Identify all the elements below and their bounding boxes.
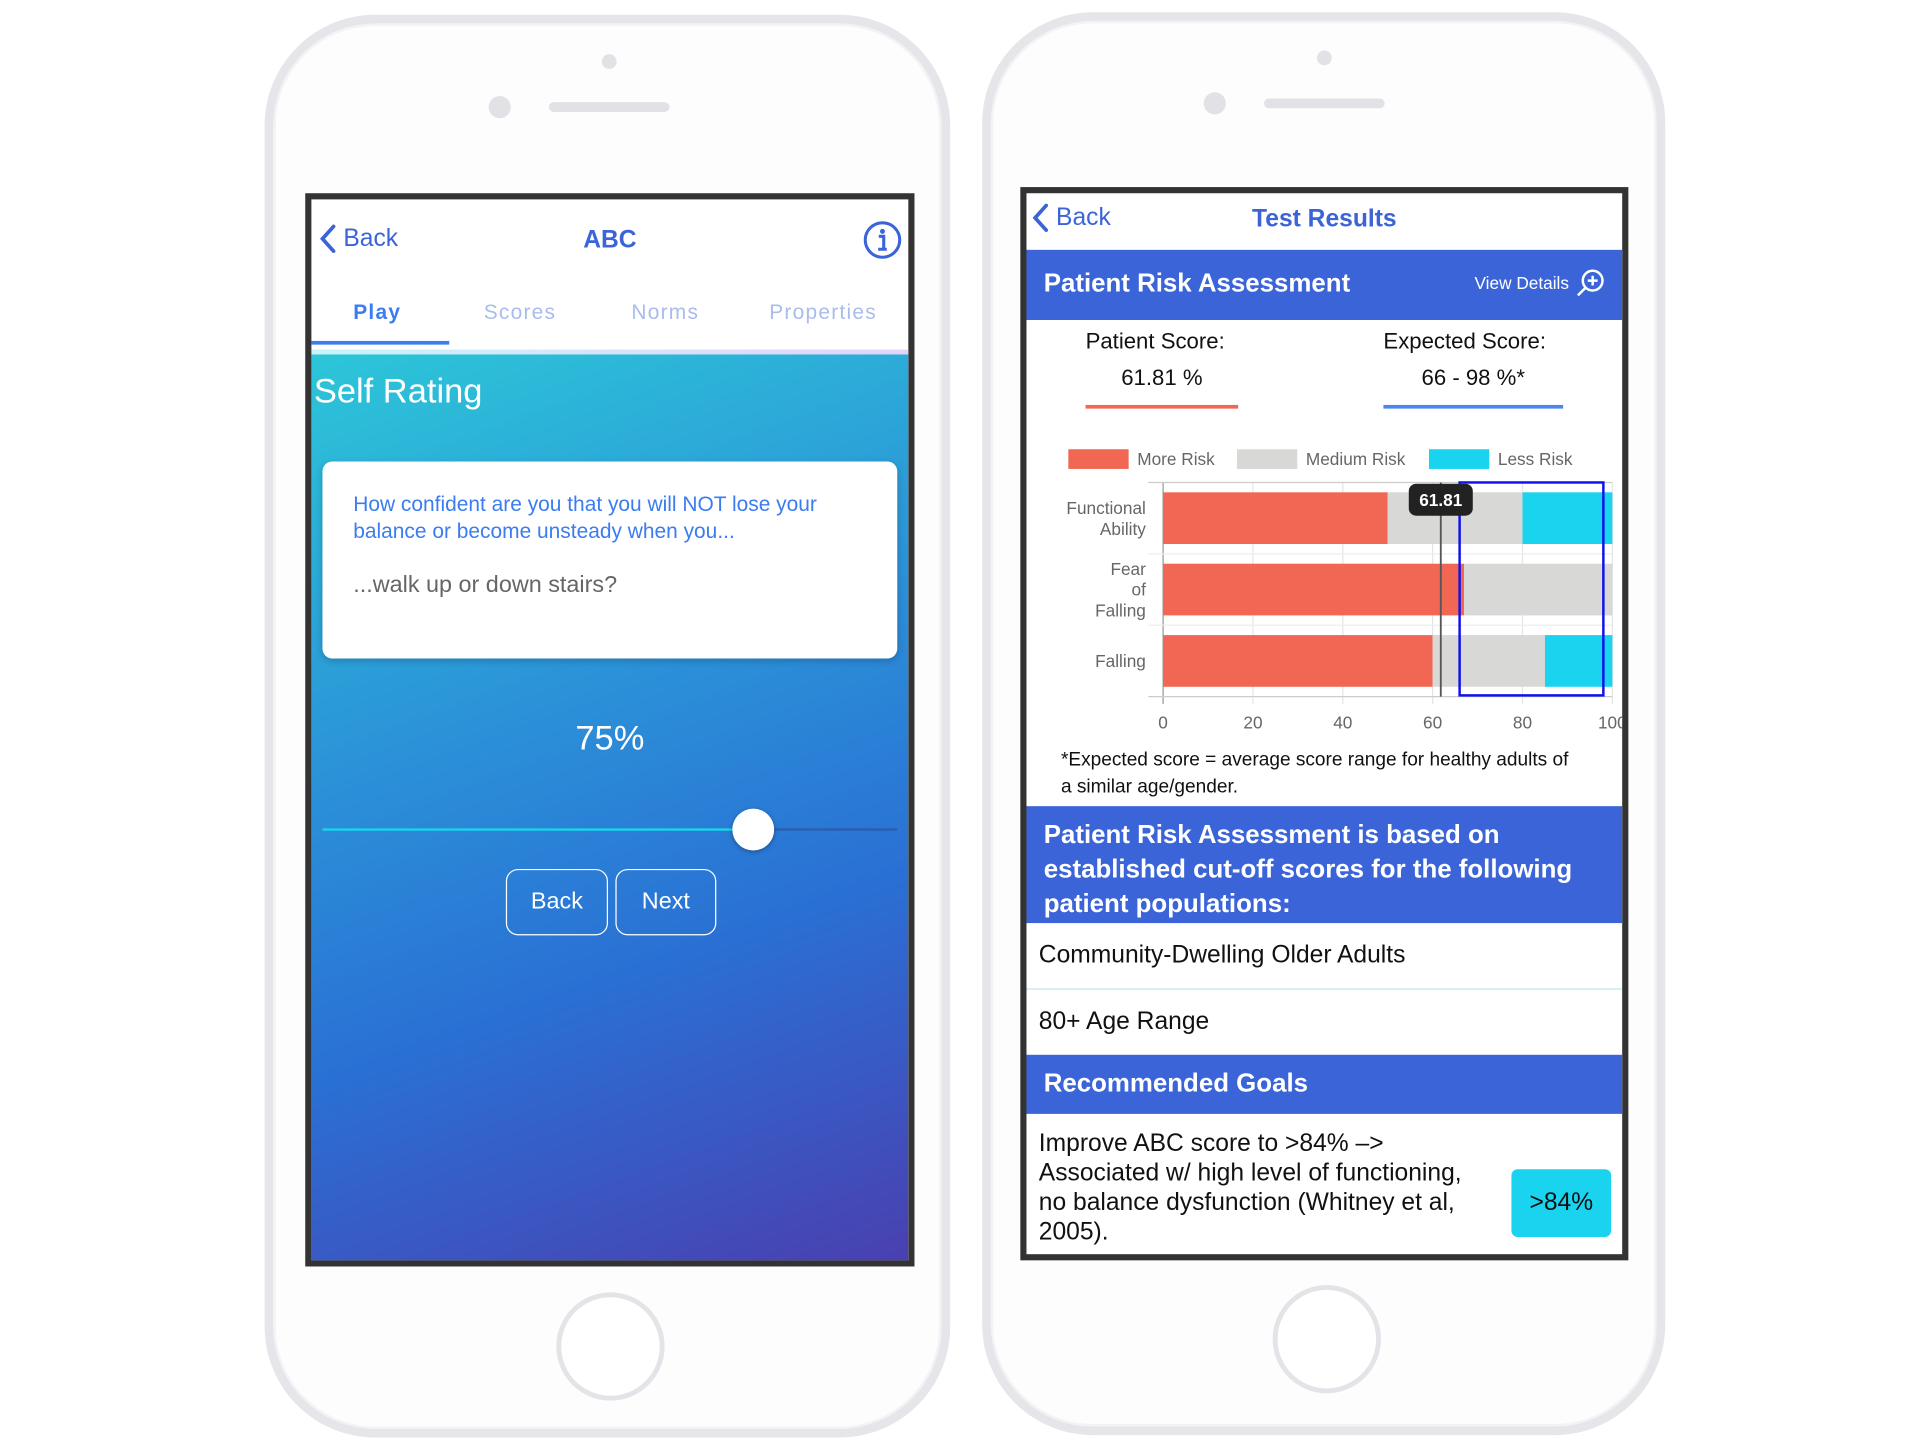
front-camera (488, 96, 511, 119)
section-title: Self Rating (313, 371, 483, 410)
front-sensor (1316, 50, 1332, 66)
x-tick-label: 20 (1243, 713, 1262, 733)
bar-segment (1464, 563, 1613, 616)
next-button[interactable]: Next (615, 868, 717, 936)
earpiece-speaker (1264, 98, 1385, 109)
slider-fill (322, 828, 754, 831)
bar-segment (1522, 492, 1613, 545)
rating-slider[interactable] (322, 808, 898, 851)
activity-text: ...walk up or down stairs? (353, 572, 618, 599)
legend-label: More Risk (1137, 449, 1215, 469)
right-screen: Back Test Results Patient Risk Assessmen… (1020, 187, 1629, 1261)
goals-header: Recommended Goals (1026, 1054, 1623, 1114)
view-details-button[interactable]: View Details (1474, 267, 1605, 299)
expected-score-underline (1383, 404, 1564, 409)
front-sensor (601, 54, 617, 69)
goal-text: Improve ABC score to >84% –> Associated … (1038, 1129, 1462, 1246)
expected-score-label: Expected Score: (1383, 328, 1546, 354)
nav-title: Test Results (1252, 205, 1397, 233)
back-step-button[interactable]: Back (505, 868, 609, 936)
bar-segment (1163, 635, 1433, 687)
earpiece-speaker (548, 102, 670, 113)
info-circle-icon[interactable] (863, 220, 902, 259)
nav-title: ABC (583, 226, 637, 254)
legend-swatch (1428, 449, 1490, 469)
patient-score-label: Patient Score: (1085, 328, 1225, 354)
populations-header: Patient Risk Assessment is based on esta… (1026, 806, 1623, 924)
legend-label: Less Risk (1498, 449, 1573, 469)
rating-value: 75% (575, 718, 645, 757)
marker-tooltip-label: 61.81 (1419, 490, 1463, 510)
y-category-label: of (1131, 580, 1146, 600)
legend-label: Medium Risk (1306, 449, 1406, 469)
x-tick-label: 60 (1423, 713, 1442, 733)
y-category-label: Fear (1110, 559, 1146, 579)
risk-assessment-header: Patient Risk Assessment View Details (1026, 249, 1623, 321)
patient-score-underline (1085, 404, 1239, 409)
tab-scores[interactable]: Scores (484, 300, 557, 325)
front-camera (1203, 92, 1226, 115)
x-tick-label: 40 (1333, 713, 1352, 733)
x-tick-label: 0 (1158, 713, 1168, 733)
home-button[interactable] (1272, 1284, 1381, 1394)
slider-thumb[interactable] (732, 808, 775, 851)
bar-segment (1432, 635, 1545, 687)
risk-chart: More Risk Medium Risk Less Risk 0 20 40 60 80 10… (1066, 449, 1622, 733)
y-category-label: Functional (1066, 498, 1145, 518)
y-category-label: Falling (1095, 651, 1146, 671)
tab-play[interactable]: Play (353, 300, 401, 325)
left-screen: Back ABC Play Scores Norms Properties Se… (305, 193, 915, 1267)
expected-score-value: 66 - 98 %* (1421, 365, 1525, 391)
home-button[interactable] (556, 1292, 665, 1401)
tab-properties[interactable]: Properties (769, 300, 877, 325)
goal-badge: >84% (1511, 1169, 1612, 1237)
active-tab-indicator (311, 340, 450, 345)
y-category-label: Ability (1100, 519, 1146, 539)
risk-assessment-title: Patient Risk Assessment (1043, 269, 1351, 298)
tab-norms[interactable]: Norms (631, 300, 699, 325)
x-tick-label: 100 (1598, 713, 1622, 733)
x-tick-label: 80 (1513, 713, 1532, 733)
bar-segment (1163, 563, 1465, 616)
question-card: How confident are you that you will NOT … (322, 461, 898, 659)
view-details-label: View Details (1474, 273, 1570, 293)
patient-score-value: 61.81 % (1121, 365, 1203, 391)
question-text: How confident are you that you will NOT … (353, 492, 817, 543)
zoom-in-icon (1576, 269, 1604, 297)
bar-segment (1163, 492, 1388, 545)
legend-swatch (1068, 449, 1129, 469)
population-item: 80+ Age Range (1038, 1008, 1210, 1036)
legend-swatch (1236, 449, 1298, 469)
play-panel: Self Rating How confident are you that y… (311, 354, 909, 1261)
y-category-label: Falling (1095, 601, 1146, 621)
expected-score-footnote: *Expected score = average score range fo… (1060, 749, 1569, 798)
population-item: Community-Dwelling Older Adults (1026, 923, 1623, 990)
